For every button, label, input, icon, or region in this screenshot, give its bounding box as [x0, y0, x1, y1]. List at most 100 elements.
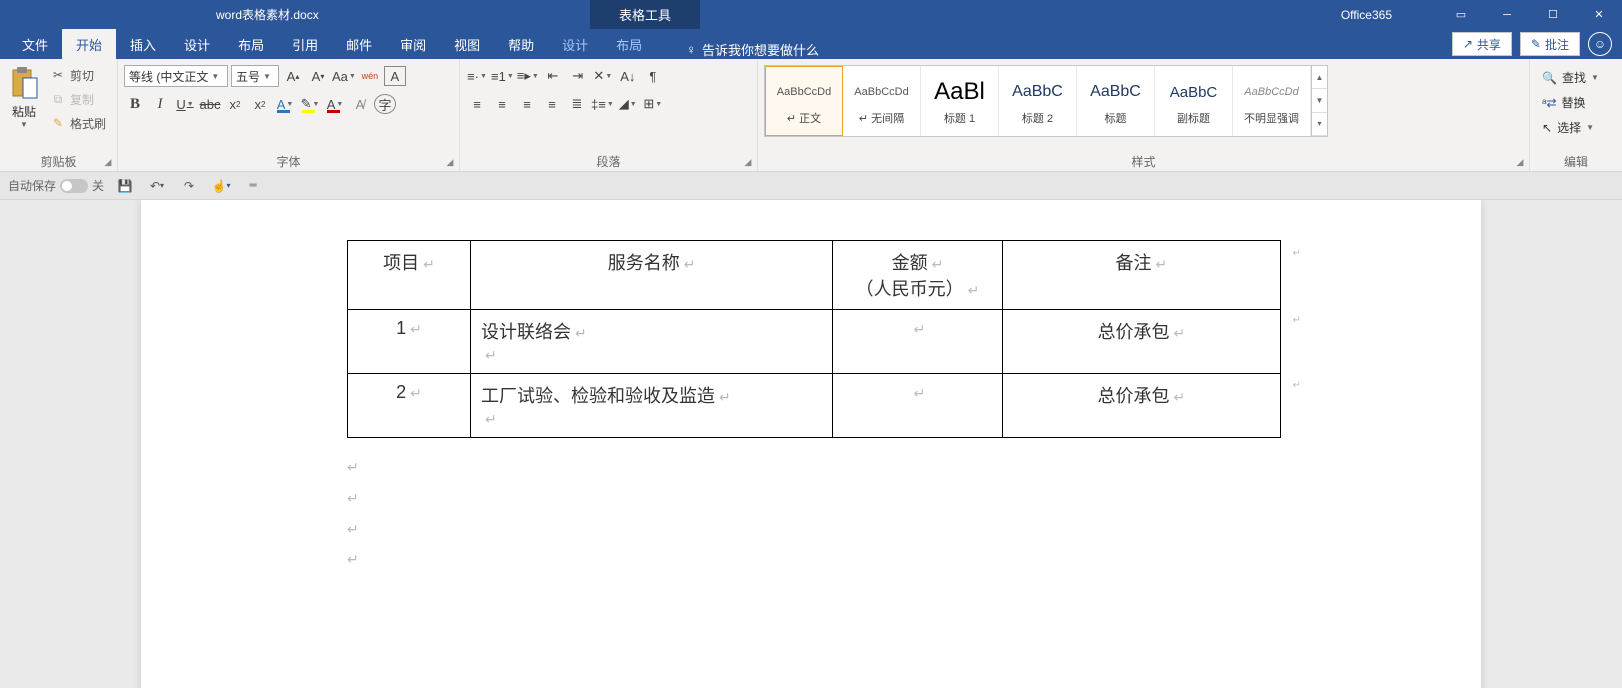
close-button[interactable]: ✕: [1576, 0, 1622, 29]
line-spacing-button[interactable]: ‡≡▼: [591, 93, 614, 115]
strikethrough-button[interactable]: abc: [199, 93, 221, 115]
save-button[interactable]: 💾: [114, 175, 136, 197]
clipboard-launcher[interactable]: ◢: [101, 155, 115, 169]
table-cell[interactable]: 工厂试验、检验和验收及监造↵↵: [471, 374, 833, 438]
document-table[interactable]: 项目↵ 服务名称↵ 金额↵（人民币元）↵ 备注↵ 1↵ 设计联络会↵↵ ↵ 总价…: [347, 240, 1281, 438]
grow-font-button[interactable]: A▴: [282, 65, 304, 87]
document-area[interactable]: 项目↵ 服务名称↵ 金额↵（人民币元）↵ 备注↵ 1↵ 设计联络会↵↵ ↵ 总价…: [0, 200, 1622, 688]
decrease-indent-button[interactable]: ⇤: [542, 65, 564, 87]
style-subtitle[interactable]: AaBbC 副标题: [1155, 66, 1233, 136]
table-header-cell[interactable]: 服务名称↵: [471, 241, 833, 310]
page[interactable]: 项目↵ 服务名称↵ 金额↵（人民币元）↵ 备注↵ 1↵ 设计联络会↵↵ ↵ 总价…: [141, 200, 1481, 688]
tab-review[interactable]: 审阅: [386, 29, 440, 59]
tab-insert[interactable]: 插入: [116, 29, 170, 59]
font-color-button[interactable]: A▼: [324, 93, 346, 115]
tab-layout[interactable]: 布局: [224, 29, 278, 59]
table-cell[interactable]: 设计联络会↵↵: [471, 310, 833, 374]
subscript-button[interactable]: x2: [224, 93, 246, 115]
gallery-more-icon[interactable]: ▾: [1312, 113, 1327, 136]
character-border-button[interactable]: A: [384, 66, 406, 86]
table-cell[interactable]: 2↵: [348, 374, 471, 438]
tab-references[interactable]: 引用: [278, 29, 332, 59]
increase-indent-button[interactable]: ⇥: [567, 65, 589, 87]
format-painter-button[interactable]: ✎格式刷: [46, 113, 110, 133]
highlight-button[interactable]: ✎▼: [299, 93, 321, 115]
style-normal[interactable]: AaBbCcDd ↵ 正文: [765, 66, 843, 136]
table-row[interactable]: 2↵ 工厂试验、检验和验收及监造↵↵ ↵ 总价承包↵: [348, 374, 1281, 438]
align-right-button[interactable]: ≡: [516, 93, 538, 115]
table-cell[interactable]: ↵: [833, 374, 1003, 438]
table-header-cell[interactable]: 项目↵: [348, 241, 471, 310]
cut-button[interactable]: ✂剪切: [46, 65, 110, 85]
styles-launcher[interactable]: ◢: [1513, 155, 1527, 169]
table-cell[interactable]: 总价承包↵: [1002, 374, 1280, 438]
comments-button[interactable]: ✎批注: [1520, 32, 1580, 56]
undo-button[interactable]: ↶▾: [146, 175, 168, 197]
align-left-button[interactable]: ≡: [466, 93, 488, 115]
change-case-button[interactable]: Aa▼: [332, 65, 356, 87]
paragraph-launcher[interactable]: ◢: [741, 155, 755, 169]
tab-mailings[interactable]: 邮件: [332, 29, 386, 59]
text-effects-button[interactable]: A▼: [274, 93, 296, 115]
table-cell[interactable]: ↵: [833, 310, 1003, 374]
paste-button[interactable]: 粘贴: [12, 103, 36, 120]
tab-view[interactable]: 视图: [440, 29, 494, 59]
table-row[interactable]: 1↵ 设计联络会↵↵ ↵ 总价承包↵: [348, 310, 1281, 374]
sort-button[interactable]: A↓: [617, 65, 639, 87]
tab-design[interactable]: 设计: [170, 29, 224, 59]
style-gallery[interactable]: AaBbCcDd ↵ 正文 AaBbCcDd ↵ 无间隔 AaBl 标题 1 A…: [764, 65, 1328, 137]
gallery-down-icon[interactable]: ▼: [1312, 89, 1327, 112]
asian-layout-button[interactable]: ✕▼: [592, 65, 614, 87]
table-row[interactable]: 项目↵ 服务名称↵ 金额↵（人民币元）↵ 备注↵: [348, 241, 1281, 310]
replace-button[interactable]: ᵃ⇄替换: [1536, 92, 1616, 113]
distributed-button[interactable]: ≣: [566, 93, 588, 115]
show-hide-button[interactable]: ¶: [642, 65, 664, 87]
clear-formatting-button[interactable]: A̸: [349, 93, 371, 115]
ribbon-display-options-icon[interactable]: ▭: [1438, 0, 1484, 29]
multilevel-list-button[interactable]: ≡▸▼: [517, 65, 539, 87]
gallery-up-icon[interactable]: ▲: [1312, 66, 1327, 89]
minimize-button[interactable]: ─: [1484, 0, 1530, 29]
borders-button[interactable]: ⊞▼: [642, 93, 664, 115]
align-center-button[interactable]: ≡: [491, 93, 513, 115]
italic-button[interactable]: I: [149, 93, 171, 115]
maximize-button[interactable]: ☐: [1530, 0, 1576, 29]
tab-file[interactable]: 文件: [8, 29, 62, 59]
shrink-font-button[interactable]: A▾: [307, 65, 329, 87]
style-subtle-emphasis[interactable]: AaBbCcDd 不明显强调: [1233, 66, 1311, 136]
style-heading1[interactable]: AaBl 标题 1: [921, 66, 999, 136]
tab-help[interactable]: 帮助: [494, 29, 548, 59]
table-header-cell[interactable]: 金额↵（人民币元）↵: [833, 241, 1003, 310]
style-no-spacing[interactable]: AaBbCcDd ↵ 无间隔: [843, 66, 921, 136]
bullets-button[interactable]: ≡·▼: [466, 65, 488, 87]
table-cell[interactable]: 总价承包↵: [1002, 310, 1280, 374]
tab-home[interactable]: 开始: [62, 29, 116, 59]
font-launcher[interactable]: ◢: [443, 155, 457, 169]
autosave-toggle[interactable]: 自动保存 关: [8, 177, 104, 194]
font-name-combo[interactable]: 等线 (中文正文▼: [124, 65, 228, 87]
justify-button[interactable]: ≡: [541, 93, 563, 115]
shading-button[interactable]: ◢▼: [617, 93, 639, 115]
style-title[interactable]: AaBbC 标题: [1077, 66, 1155, 136]
tab-table-layout[interactable]: 布局: [602, 29, 656, 59]
paste-icon[interactable]: [8, 65, 40, 101]
phonetic-guide-button[interactable]: wén: [359, 65, 381, 87]
redo-button[interactable]: ↷: [178, 175, 200, 197]
share-button[interactable]: ↗共享: [1452, 32, 1512, 56]
tab-table-design[interactable]: 设计: [548, 29, 602, 59]
find-button[interactable]: 🔍查找▼: [1536, 67, 1616, 88]
font-size-combo[interactable]: 五号▼: [231, 65, 279, 87]
underline-button[interactable]: U▼: [174, 93, 196, 115]
numbering-button[interactable]: ≡1▼: [491, 65, 514, 87]
feedback-icon[interactable]: ☺: [1588, 32, 1612, 56]
bold-button[interactable]: B: [124, 93, 146, 115]
enclose-characters-button[interactable]: 字: [374, 94, 396, 114]
tell-me-search[interactable]: ♀ 告诉我你想要做什么: [686, 40, 819, 59]
style-heading2[interactable]: AaBbC 标题 2: [999, 66, 1077, 136]
table-cell[interactable]: 1↵: [348, 310, 471, 374]
table-header-cell[interactable]: 备注↵: [1002, 241, 1280, 310]
select-button[interactable]: ↖选择▼: [1536, 117, 1616, 138]
touch-mode-button[interactable]: ☝▾: [210, 175, 232, 197]
customize-qat-button[interactable]: ═: [242, 175, 264, 197]
superscript-button[interactable]: x2: [249, 93, 271, 115]
